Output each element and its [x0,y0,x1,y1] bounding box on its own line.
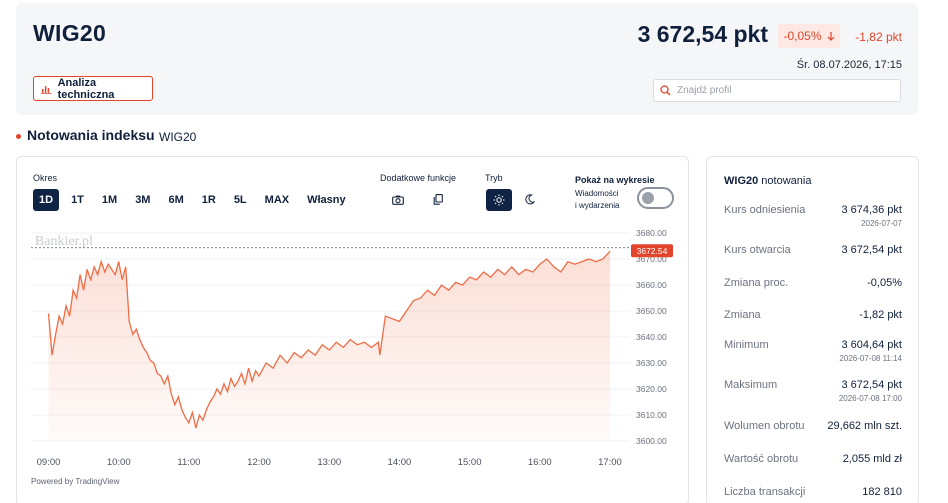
profile-search-input[interactable] [677,85,887,96]
y-tick-label: 3610.00 [636,410,667,420]
price-area [48,251,610,441]
y-tick-label: 3620.00 [636,384,667,394]
stat-value: 3 604,64 pkt [841,339,902,351]
x-tick-label: 14:00 [388,457,412,468]
chart-card: Okres 1D 1T 1M 3M 6M 1R 5L MAX Własny Dodatkowe … [16,156,689,503]
section-bullet [16,134,21,139]
stat-label: Wolumen obrotu [724,420,805,432]
x-tick-label: 09:00 [37,457,61,468]
change-percent-badge: -0,05% [778,24,840,48]
stat-value: 3 672,54 pkt [841,244,902,256]
stat-label: Liczba transakcji [724,486,806,498]
stat-value: 2,055 mld zł [842,453,902,465]
index-header: WIG20 3 672,54 pkt -0,05% -1,82 pkt Śr. … [16,3,918,115]
stat-value: 182 810 [862,486,902,498]
profile-search[interactable] [653,79,901,102]
stat-date: 2026-07-07 [861,219,902,228]
x-tick-label: 12:00 [247,457,271,468]
quotes-summary-title: WIG20 notowania [724,175,811,187]
change-percent-value: -0,05% [783,29,822,43]
x-tick-label: 10:00 [107,457,131,468]
index-price: 3 672,54 pkt [637,21,768,47]
y-tick-label: 3640.00 [636,332,667,342]
quotes-summary: WIG20 notowania Kurs odniesienia 3 674,36… [706,156,919,503]
stat-value: 3 674,36 pkt [841,204,902,216]
stat-value: 29,662 mln szt. [827,420,902,432]
stat-date: 2026-07-08 17:00 [838,394,902,403]
quotes-summary-index: WIG20 [724,175,759,187]
quotes-summary-suffix: notowania [761,175,812,187]
y-tick-label: 3600.00 [636,436,667,446]
stat-value: -1,82 pkt [859,309,902,321]
change-absolute: -1,82 pkt [855,30,902,44]
y-tick-label: 3660.00 [636,280,667,290]
section-subtitle: WIG20 [159,130,197,144]
stat-label: Wartość obrotu [724,453,799,465]
last-value-label: 3672.54 [631,244,673,258]
technical-analysis-button[interactable]: Analiza techniczna [33,76,153,101]
stat-label: Kurs otwarcia [724,244,791,256]
stat-label: Zmiana proc. [724,277,789,289]
stat-label: Zmiana [724,309,761,321]
search-icon [660,85,671,96]
stat-date: 2026-07-08 11:14 [839,354,902,363]
powered-by[interactable]: Powered by TradingView [31,477,119,486]
technical-analysis-label: Analiza techniczna [57,76,115,101]
y-tick-label: 3680.00 [636,228,667,238]
stat-label: Kurs odniesienia [724,204,806,216]
stat-value: 3 672,54 pkt [841,379,902,391]
bar-chart-icon [41,85,52,94]
quote-datetime: Śr. 08.07.2026, 17:15 [796,59,902,71]
stat-label: Minimum [724,339,769,351]
intraday-chart[interactable]: Bankier.pl 3680.003670.003660.003650.003… [17,157,688,477]
chart-watermark: Bankier.pl [35,234,93,249]
index-title: WIG20 [33,20,107,46]
x-tick-label: 16:00 [528,457,552,468]
x-tick-label: 11:00 [177,457,200,468]
y-tick-label: 3650.00 [636,306,667,316]
x-tick-label: 13:00 [317,457,341,468]
section-title: Notowania indeksu [27,127,155,143]
x-tick-label: 15:00 [458,457,482,468]
last-value-text: 3672.54 [637,246,668,256]
stat-value: -0,05% [867,277,902,289]
stat-label: Maksimum [724,379,778,391]
x-tick-label: 17:00 [598,457,622,468]
y-tick-label: 3630.00 [636,358,667,368]
arrow-down-icon [827,32,834,41]
